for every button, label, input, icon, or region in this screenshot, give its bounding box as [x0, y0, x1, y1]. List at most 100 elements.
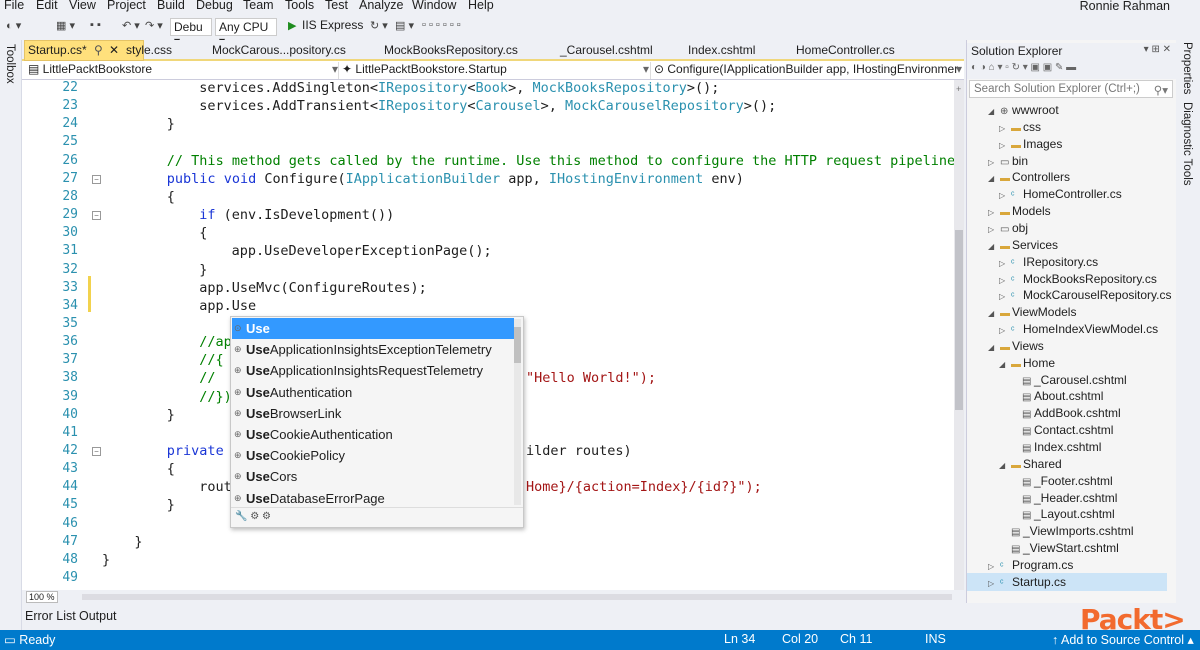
configuration-select[interactable]: Debu ▾ — [170, 18, 212, 48]
intellisense-item[interactable]: ⊕ UseCookiePolicy — [232, 445, 514, 466]
tree-item[interactable]: ◢ ▬ Services — [988, 237, 1058, 253]
expand-arrow-icon[interactable]: ◢ — [988, 239, 1000, 255]
tree-item[interactable]: ▷ ᶜ Program.cs — [988, 557, 1073, 573]
code-line[interactable]: // This method gets called by the runtim… — [167, 153, 955, 169]
toolbar-icons[interactable]: ◐ ◑ ⌂ ▾ ▫ ↻ ▾ ▣ ▣ ✎ ▬ — [971, 62, 1076, 73]
browser-link-icon[interactable]: ▤ ▾ — [395, 19, 414, 32]
code-line[interactable]: //{ — [199, 352, 223, 368]
search-icon[interactable]: ⚲▾ — [1154, 83, 1168, 97]
expand-arrow-icon[interactable]: ▷ — [999, 256, 1011, 272]
intellisense-item[interactable]: ⊕ UseCors — [232, 466, 514, 487]
fold-toggle[interactable]: − — [92, 211, 101, 221]
expand-arrow-icon[interactable]: ▷ — [988, 559, 1000, 575]
solution-search-input[interactable]: Search Solution Explorer (Ctrl+;) ⚲▾ — [969, 80, 1173, 98]
intellisense-item[interactable]: ⊕ UseBrowserLink — [232, 403, 514, 424]
save-all-icon[interactable]: ▪ ▪ — [90, 19, 101, 31]
bookmark-icons[interactable]: ▫ ▫ ▫ ▫ ▫ ▫ — [422, 19, 461, 31]
menu-project[interactable]: Project — [107, 0, 146, 12]
code-line[interactable]: app.Use — [199, 298, 256, 314]
menu-edit[interactable]: Edit — [36, 0, 58, 12]
type-dropdown[interactable]: ✦ LittlePacktBookstore.Startup — [338, 62, 644, 79]
project-dropdown[interactable]: ▤ LittlePacktBookstore — [28, 62, 328, 79]
code-line[interactable]: } — [102, 552, 110, 568]
code-line[interactable]: "Hello World!"); — [526, 370, 656, 386]
tree-item[interactable]: ▷ ᶜ HomeIndexViewModel.cs — [999, 321, 1158, 337]
run-target-label[interactable]: IIS Express — [302, 18, 363, 32]
pin-icon[interactable]: ⚲ — [94, 43, 103, 57]
intellisense-item[interactable]: ⊕ UseAuthentication — [232, 382, 514, 403]
refresh-icon[interactable]: ↻ ▾ — [370, 19, 388, 32]
extension-filter-icon[interactable]: ⚙ — [262, 511, 271, 522]
undo-icon[interactable]: ↶ ▾ — [122, 19, 140, 32]
code-line[interactable]: } — [199, 262, 207, 278]
intellisense-item[interactable]: ⊙ Use — [232, 318, 514, 339]
intellisense-item[interactable]: ⊕ UseCookieAuthentication — [232, 424, 514, 445]
back-icon[interactable]: ◐ ▾ — [6, 19, 21, 32]
intellisense-popup[interactable]: 🔧 ⚙ ⚙ ⊙ Use ⊕ UseApplicationInsightsExcepti… — [230, 316, 524, 528]
method-filter-icon[interactable]: ⚙ — [250, 511, 259, 522]
scroll-up-icon[interactable]: + — [956, 84, 962, 94]
tree-item[interactable]: ▤ Contact.cshtml — [1010, 422, 1113, 438]
fold-toggle[interactable]: − — [92, 447, 101, 456]
menu-help[interactable]: Help — [468, 0, 494, 12]
tree-item[interactable]: ▷ ▬ Models — [988, 203, 1051, 219]
tab-startup-label[interactable]: Startup.cs* — [28, 43, 87, 57]
intellisense-item[interactable]: ⊕ UseApplicationInsightsRequestTelemetry — [232, 360, 514, 381]
tree-item[interactable]: ▷ ▬ Images — [999, 136, 1062, 152]
code-line[interactable]: private — [167, 443, 224, 459]
menu-build[interactable]: Build — [157, 0, 185, 12]
intellisense-item[interactable]: ⊕ UseApplicationInsightsExceptionTelemetr… — [232, 339, 514, 360]
tab-output[interactable]: Output — [79, 609, 117, 623]
intellisense-item[interactable]: ⊕ UseDatabaseErrorPage — [232, 488, 514, 509]
tree-item[interactable]: ▤ _Carousel.cshtml — [1010, 372, 1127, 388]
tree-item[interactable]: ▤ Index.cshtml — [1010, 439, 1101, 455]
tree-item[interactable]: ▷ ▭ bin — [988, 153, 1028, 169]
code-line[interactable]: { — [167, 461, 175, 477]
run-icon[interactable]: ▶ — [288, 19, 296, 32]
code-line[interactable]: //ap — [199, 334, 232, 350]
menu-test[interactable]: Test — [325, 0, 348, 12]
menu-debug[interactable]: Debug — [196, 0, 233, 12]
expand-arrow-icon[interactable]: ▷ — [999, 138, 1011, 154]
expand-arrow-icon[interactable]: ◢ — [988, 340, 1000, 356]
tree-item[interactable]: ◢ ▬ Controllers — [988, 169, 1070, 185]
tree-item[interactable]: ▤ _ViewStart.cshtml — [999, 540, 1119, 556]
tab-homecontroller[interactable]: HomeController.cs — [796, 43, 895, 57]
expand-arrow-icon[interactable]: ◢ — [988, 306, 1000, 322]
expand-arrow-icon[interactable]: ◢ — [988, 104, 1000, 120]
tree-item[interactable]: ▷ ᶜ Startup.cs — [988, 574, 1066, 590]
code-line[interactable]: app.UseDeveloperExceptionPage(); — [232, 243, 492, 259]
expand-arrow-icon[interactable]: ◢ — [999, 458, 1011, 474]
code-line[interactable]: ilder routes) — [526, 443, 632, 459]
code-line[interactable]: Home}/{action=Index}/{id?}"); — [526, 479, 762, 495]
tab-mockbooks[interactable]: MockBooksRepository.cs — [384, 43, 518, 57]
menu-window[interactable]: Window — [412, 0, 456, 12]
code-line[interactable]: public void Configure(IApplicationBuilde… — [167, 171, 744, 187]
expand-arrow-icon[interactable]: ▷ — [999, 323, 1011, 339]
tree-item[interactable]: ▷ ▭ obj — [988, 220, 1028, 236]
chevron-down-icon[interactable]: ▾ — [643, 62, 649, 79]
tab-carousel-cshtml[interactable]: _Carousel.cshtml — [560, 43, 653, 57]
menu-file[interactable]: File — [4, 0, 24, 12]
code-line[interactable]: // — [199, 370, 215, 386]
new-project-icon[interactable]: ▦ ▾ — [56, 19, 75, 32]
tree-item[interactable]: ◢ ▬ Views — [988, 338, 1044, 354]
menu-tools[interactable]: Tools — [285, 0, 314, 12]
tree-item[interactable]: ▷ ᶜ MockCarouselRepository.cs — [999, 287, 1172, 303]
diagnostic-tools-tab[interactable]: Diagnostic Tools — [1181, 102, 1193, 186]
zoom-level[interactable]: 100 % — [26, 591, 58, 603]
code-line[interactable]: if (env.IsDevelopment()) — [199, 207, 394, 223]
tree-item[interactable]: ▷ ᶜ HomeController.cs — [999, 186, 1122, 202]
platform-select[interactable]: Any CPU ▾ — [215, 18, 277, 48]
expand-arrow-icon[interactable]: ◢ — [999, 357, 1011, 373]
intellisense-scrollbar[interactable] — [514, 319, 521, 505]
menu-team[interactable]: Team — [243, 0, 274, 12]
tree-item[interactable]: ◢ ▬ Home — [999, 355, 1055, 371]
fold-toggle[interactable]: − — [92, 174, 101, 184]
tree-item[interactable]: ◢ ▬ ViewModels — [988, 304, 1076, 320]
tree-item[interactable]: ▷ ᶜ MockBooksRepository.cs — [999, 271, 1157, 287]
expand-arrow-icon[interactable]: ▷ — [999, 273, 1011, 289]
panel-controls-icon[interactable]: ▾ ⊞ ✕ — [1144, 44, 1171, 55]
member-dropdown[interactable]: ⊙ Configure(IApplicationBuilder app, IHo… — [650, 62, 958, 79]
tab-index-cshtml[interactable]: Index.cshtml — [688, 43, 755, 57]
